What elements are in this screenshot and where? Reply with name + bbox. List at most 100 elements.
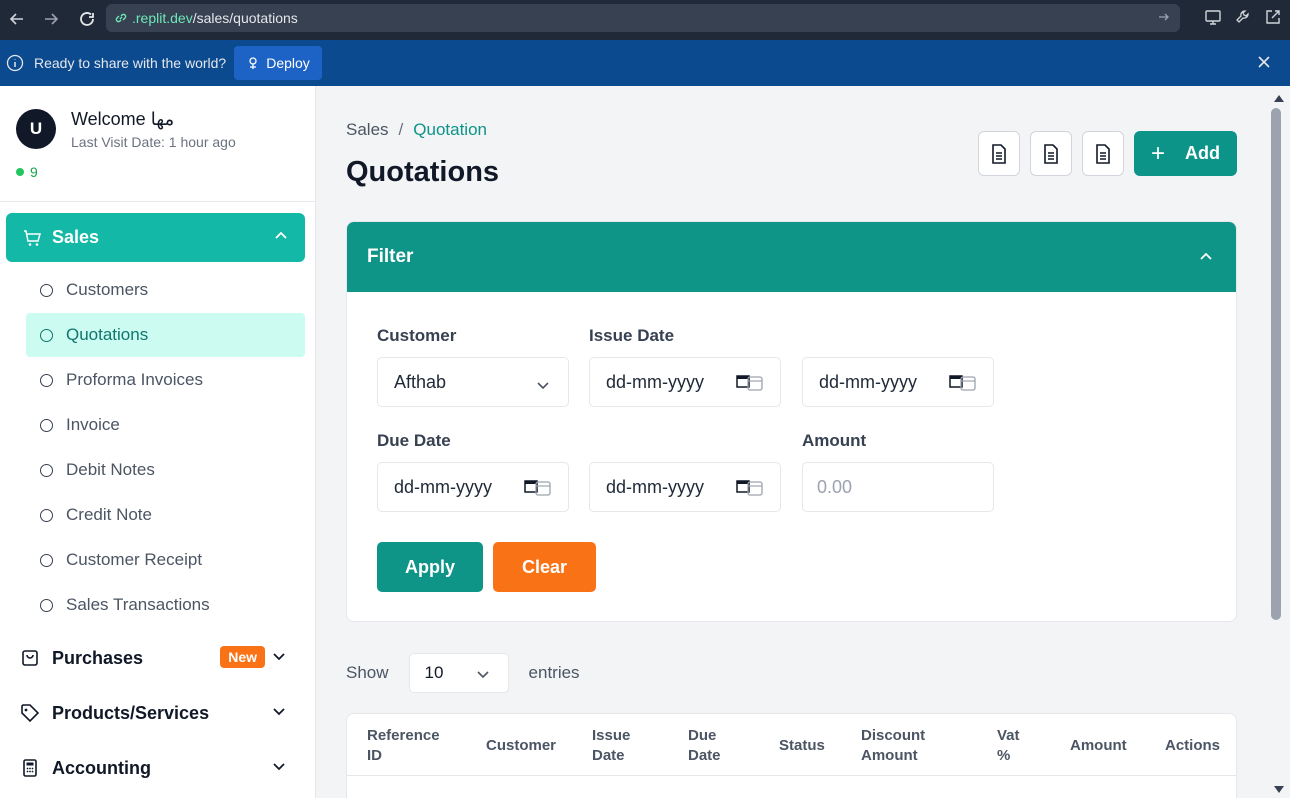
scrollbar[interactable] bbox=[1268, 86, 1290, 798]
close-icon[interactable] bbox=[1256, 54, 1272, 73]
scrollbar-thumb[interactable] bbox=[1271, 108, 1281, 620]
column-header-customer[interactable]: Customer bbox=[486, 736, 556, 756]
url-path: /sales/quotations bbox=[192, 10, 298, 26]
chevron-up-icon bbox=[273, 228, 289, 249]
calendar-icon[interactable] bbox=[949, 373, 977, 396]
customer-select[interactable]: Afthab bbox=[377, 357, 569, 407]
issue-date-to-input[interactable]: dd-mm-yyyy bbox=[802, 357, 994, 407]
sidebar-item-quotations[interactable]: Quotations bbox=[26, 313, 305, 357]
column-header-status[interactable]: Status bbox=[779, 736, 825, 756]
sidebar-item-invoice[interactable]: Invoice bbox=[26, 403, 305, 447]
chevron-down-icon bbox=[271, 703, 287, 724]
breadcrumb-quotation: Quotation bbox=[413, 120, 487, 139]
add-button[interactable]: + Add bbox=[1134, 131, 1237, 176]
calendar-icon[interactable] bbox=[736, 373, 764, 396]
column-header-reference-id[interactable]: Reference ID bbox=[367, 726, 457, 766]
column-header-discount-amount[interactable]: Discount Amount bbox=[861, 726, 941, 766]
column-header-issue-date[interactable]: Issue Date bbox=[592, 726, 642, 766]
user-profile: U Welcome مها Last Visit Date: 1 hour ag… bbox=[0, 86, 315, 202]
column-header-amount[interactable]: Amount bbox=[1070, 736, 1127, 756]
due-date-from-value: dd-mm-yyyy bbox=[394, 476, 492, 497]
sidebar-item-proforma-invoices[interactable]: Proforma Invoices bbox=[26, 358, 305, 402]
circle-icon bbox=[40, 598, 53, 612]
export-button-3[interactable] bbox=[1082, 131, 1124, 176]
issue-date-to-value: dd-mm-yyyy bbox=[819, 371, 917, 392]
sidebar-item-label: Customers bbox=[66, 280, 149, 299]
sidebar-item-customer-receipt[interactable]: Customer Receipt bbox=[26, 538, 305, 582]
sidebar-item-sales-transactions[interactable]: Sales Transactions bbox=[26, 583, 305, 627]
sidebar-item-label: Products/Services bbox=[52, 702, 210, 723]
chevron-down-icon bbox=[271, 758, 287, 779]
wrench-icon[interactable] bbox=[1234, 8, 1252, 31]
last-visit-date: Last Visit Date: 1 hour ago bbox=[71, 134, 236, 150]
sidebar-item-accounting[interactable]: Accounting bbox=[20, 748, 295, 788]
export-button-2[interactable] bbox=[1030, 131, 1072, 176]
column-header-due-date[interactable]: Due Date bbox=[688, 726, 733, 766]
back-icon[interactable] bbox=[2, 4, 32, 34]
filter-header[interactable]: Filter bbox=[347, 222, 1236, 292]
entries-select[interactable]: 10 bbox=[408, 653, 509, 693]
page-title: Quotations bbox=[346, 156, 500, 188]
column-header-actions: Actions bbox=[1165, 737, 1221, 754]
sidebar-item-label: Invoice bbox=[66, 415, 120, 434]
cart-icon bbox=[22, 228, 42, 248]
calendar-icon[interactable] bbox=[736, 478, 764, 501]
link-icon bbox=[115, 13, 127, 23]
sidebar-item-label: Credit Note bbox=[66, 505, 152, 524]
main-content: Sales / Quotation Quotations + Add Filter … bbox=[316, 86, 1268, 798]
circle-icon bbox=[40, 283, 53, 297]
url-bar[interactable]: .replit.dev/sales/quotations bbox=[106, 4, 1180, 32]
issue-date-from-input[interactable]: dd-mm-yyyy bbox=[589, 357, 781, 407]
open-external-icon[interactable] bbox=[1264, 8, 1282, 31]
reload-icon[interactable] bbox=[72, 4, 102, 34]
filter-panel: Filter Customer Issue Date Afthab dd-mm-… bbox=[346, 221, 1237, 622]
due-date-to-input[interactable]: dd-mm-yyyy bbox=[589, 462, 781, 512]
online-dot-icon bbox=[16, 168, 24, 176]
url-go-icon[interactable] bbox=[1158, 10, 1170, 26]
sidebar-item-credit-note[interactable]: Credit Note bbox=[26, 493, 305, 537]
sidebar-item-label: Customer Receipt bbox=[66, 550, 203, 569]
monitor-icon[interactable] bbox=[1204, 8, 1222, 31]
clear-button[interactable]: Clear bbox=[493, 542, 596, 592]
column-header-vat[interactable]: Vat % bbox=[997, 726, 1027, 766]
breadcrumb: Sales / Quotation bbox=[346, 120, 487, 140]
filter-title: Filter bbox=[367, 246, 414, 267]
scroll-down-icon[interactable] bbox=[1273, 782, 1285, 798]
due-date-from-input[interactable]: dd-mm-yyyy bbox=[377, 462, 569, 512]
chevron-down-icon bbox=[271, 648, 287, 669]
amount-input[interactable]: 0.00 bbox=[802, 462, 994, 512]
sidebar-item-label: Quotations bbox=[66, 325, 149, 344]
calculator-icon bbox=[20, 758, 42, 778]
sidebar-item-sales[interactable]: Sales bbox=[6, 213, 305, 262]
customer-label: Customer bbox=[377, 326, 457, 345]
tag-icon bbox=[20, 703, 42, 723]
circle-icon bbox=[40, 373, 53, 387]
browser-toolbar: .replit.dev/sales/quotations bbox=[0, 0, 1290, 40]
apply-button[interactable]: Apply bbox=[377, 542, 483, 592]
deploy-button[interactable]: Deploy bbox=[234, 46, 322, 80]
document-icon bbox=[1042, 143, 1060, 164]
sidebar: U Welcome مها Last Visit Date: 1 hour ag… bbox=[0, 86, 316, 798]
export-button-1[interactable] bbox=[978, 131, 1020, 176]
new-badge: New bbox=[220, 646, 265, 668]
calendar-icon[interactable] bbox=[524, 478, 552, 501]
deploy-icon bbox=[246, 56, 260, 70]
avatar[interactable]: U bbox=[16, 109, 56, 149]
forward-icon[interactable] bbox=[36, 4, 66, 34]
welcome-text: Welcome مها bbox=[71, 109, 175, 129]
sidebar-item-label: Purchases bbox=[52, 647, 144, 668]
sidebar-item-label: Sales Transactions bbox=[66, 595, 210, 614]
breadcrumb-sales[interactable]: Sales bbox=[346, 120, 389, 139]
entries-select-value: 10 bbox=[424, 663, 444, 682]
sidebar-item-purchases[interactable]: Purchases New bbox=[20, 638, 295, 678]
entries-label: entries bbox=[528, 663, 580, 682]
circle-icon bbox=[40, 463, 53, 477]
scroll-up-icon[interactable] bbox=[1273, 90, 1285, 108]
sidebar-item-customers[interactable]: Customers bbox=[26, 268, 305, 312]
sidebar-item-debit-notes[interactable]: Debit Notes bbox=[26, 448, 305, 492]
chevron-down-icon bbox=[536, 376, 550, 397]
due-date-label: Due Date bbox=[377, 431, 451, 450]
deploy-banner: Ready to share with the world? Deploy bbox=[0, 40, 1290, 86]
sidebar-item-label: Debit Notes bbox=[66, 460, 155, 479]
sidebar-item-products-services[interactable]: Products/Services bbox=[20, 693, 295, 733]
